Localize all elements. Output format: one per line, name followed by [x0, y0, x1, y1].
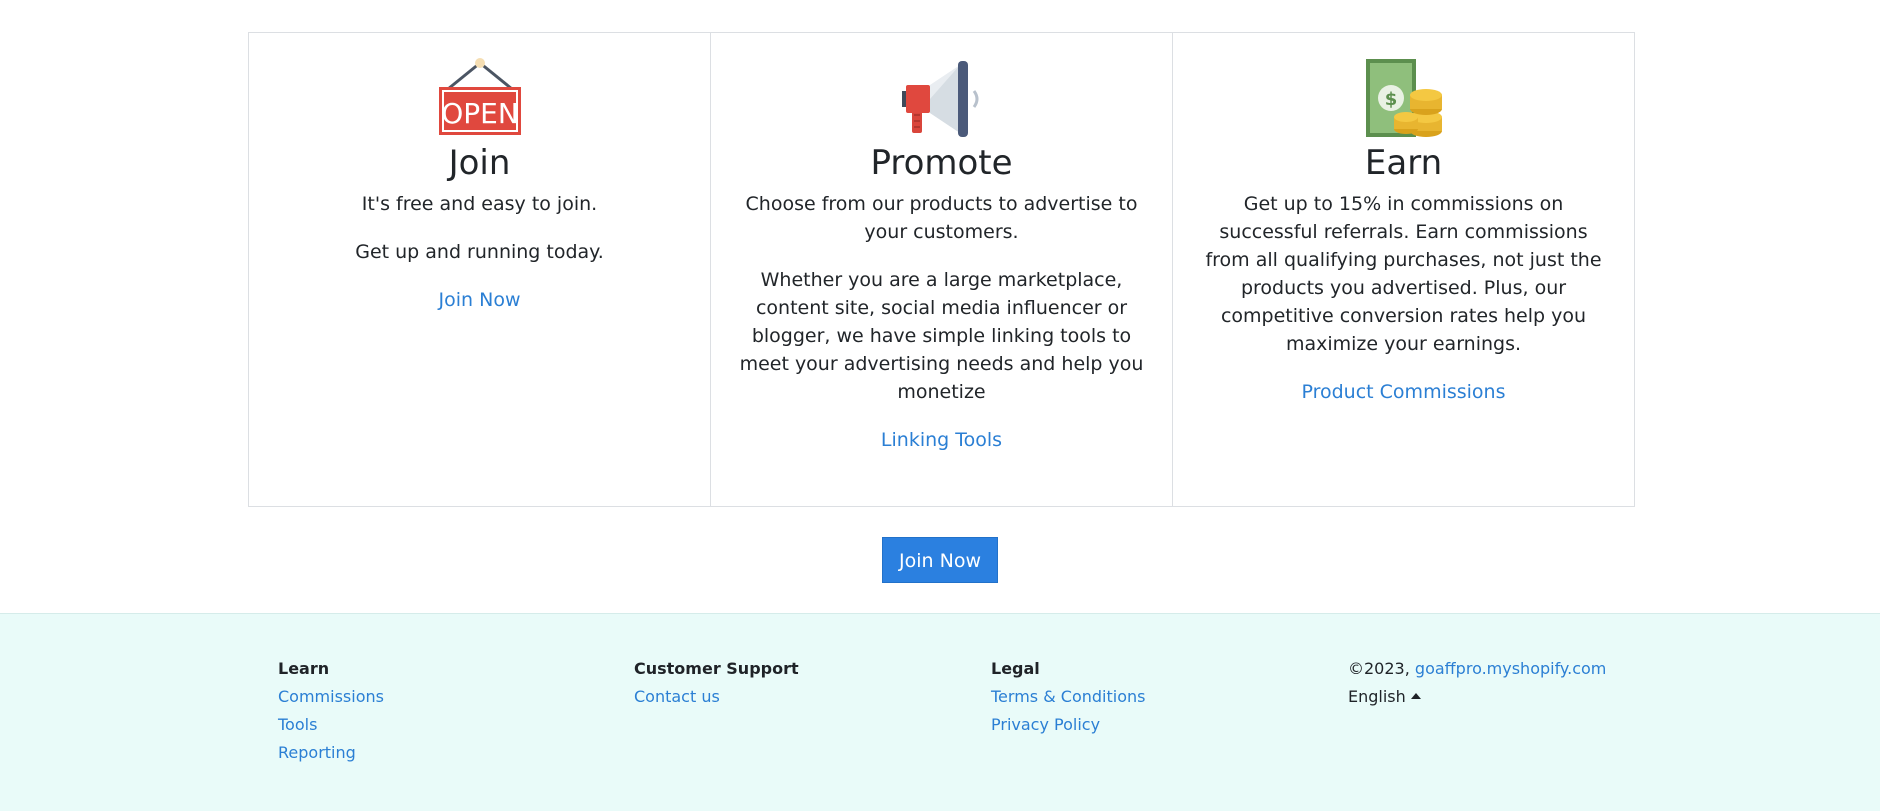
footer-link-commissions[interactable]: Commissions [278, 686, 384, 708]
promote-text-2: Whether you are a large marketplace, con… [739, 269, 1144, 403]
copyright-text: ©2023, [1348, 659, 1410, 678]
footer-link-contact-us[interactable]: Contact us [634, 686, 799, 708]
footer-link-tools[interactable]: Tools [278, 714, 384, 736]
caret-up-icon [1410, 692, 1421, 699]
join-now-button[interactable]: Join Now [882, 537, 998, 583]
site-link[interactable]: goaffpro.myshopify.com [1415, 659, 1606, 678]
footer-meta-column: ©2023, goaffpro.myshopify.com English [1348, 658, 1606, 708]
open-sign-icon: OPEN [271, 57, 688, 137]
promote-card: Promote Choose from our products to adve… [711, 33, 1173, 506]
earn-title: Earn [1364, 143, 1443, 183]
open-sign-text: OPEN [441, 97, 519, 130]
earn-text-1: Get up to 15% in commissions on successf… [1205, 193, 1602, 355]
feature-cards: OPEN Join It's free and easy to join. Ge… [248, 32, 1635, 507]
promote-text-1: Choose from our products to advertise to… [745, 193, 1138, 243]
footer-link-reporting[interactable]: Reporting [278, 742, 384, 764]
footer-support-column: Customer Support Contact us [634, 658, 799, 714]
footer: Learn Commissions Tools Reporting Custom… [0, 613, 1880, 811]
svg-text:$: $ [1384, 89, 1397, 110]
footer-link-terms[interactable]: Terms & Conditions [991, 686, 1145, 708]
linking-tools-link[interactable]: Linking Tools [881, 426, 1002, 454]
product-commissions-link[interactable]: Product Commissions [1301, 378, 1505, 406]
join-now-link[interactable]: Join Now [439, 286, 521, 314]
join-title: Join [448, 143, 511, 183]
main-content: OPEN Join It's free and easy to join. Ge… [0, 0, 1880, 613]
megaphone-icon [733, 57, 1150, 137]
language-selector[interactable]: English [1348, 686, 1421, 708]
promote-title: Promote [870, 143, 1013, 183]
money-coins-icon: $ [1195, 57, 1612, 137]
cta-container: Join Now [0, 537, 1880, 583]
footer-legal-heading: Legal [991, 659, 1040, 678]
footer-learn-column: Learn Commissions Tools Reporting [278, 658, 384, 770]
join-text-2: Get up and running today. [355, 241, 604, 263]
join-text-1: It's free and easy to join. [361, 193, 598, 215]
join-card: OPEN Join It's free and easy to join. Ge… [249, 33, 711, 506]
footer-legal-column: Legal Terms & Conditions Privacy Policy [991, 658, 1145, 742]
earn-card: $ Earn Get up to 15% in commissions on s… [1173, 33, 1634, 506]
footer-link-privacy[interactable]: Privacy Policy [991, 714, 1145, 736]
copyright-line: ©2023, goaffpro.myshopify.com [1348, 658, 1606, 680]
footer-learn-heading: Learn [278, 659, 330, 678]
language-label: English [1348, 687, 1406, 706]
footer-support-heading: Customer Support [634, 659, 799, 678]
